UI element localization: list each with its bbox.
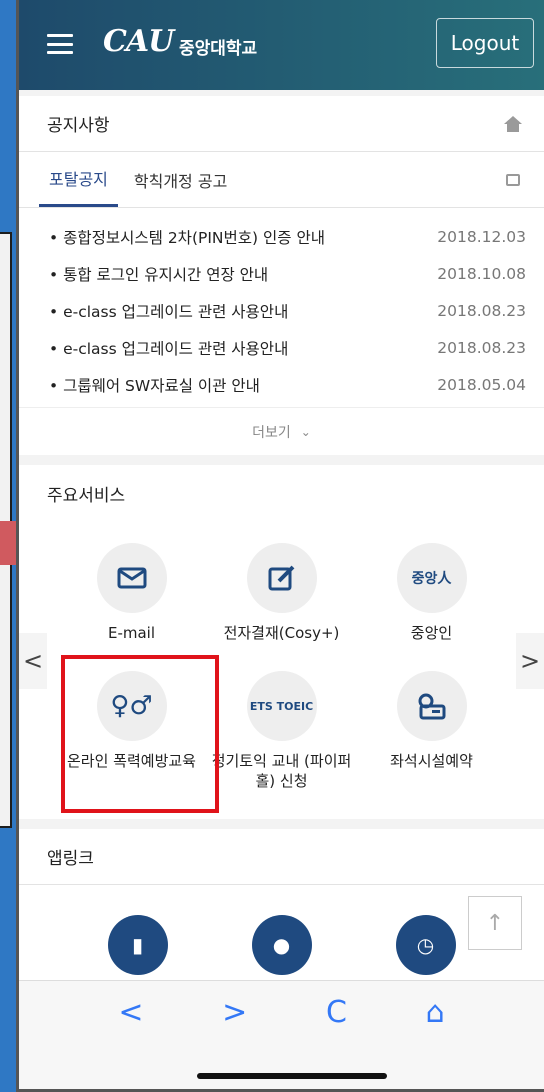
notice-item-title: 그룹웨어 SW자료실 이관 안내 (49, 374, 260, 396)
services-title: 주요서비스 (47, 485, 126, 506)
joongang-seal-icon: 중앙人 (396, 543, 467, 613)
phone-screen: CAU 중앙대학교 Logout 공지사항 포탈공지 학칙개정 공고 종합정보시… (16, 0, 544, 1092)
applink-card: 앱링크 ▮ ● ◷ (19, 829, 544, 995)
service-email[interactable]: E-mail (57, 543, 207, 671)
cau-logo: CAU (103, 24, 174, 59)
highlight-box (61, 655, 219, 813)
notice-item-title: 종합정보시스템 2차(PIN번호) 인증 안내 (49, 226, 325, 248)
notice-item-date: 2018.12.03 (437, 227, 526, 246)
home-icon[interactable] (504, 115, 522, 132)
service-approval[interactable]: 전자결재(Cosy+) (207, 543, 357, 671)
menu-icon[interactable] (47, 34, 73, 54)
tab-rules-notice[interactable]: 학칙개정 공고 (124, 152, 237, 207)
services-card: 주요서비스 E-mail 전자결재(Cosy+) 중앙人 중앙인 ♀♂ 온라인 … (19, 465, 544, 819)
bus-location-icon[interactable]: ● (251, 915, 312, 975)
chevron-down-icon: ⌄ (300, 424, 311, 439)
list-item[interactable]: e-class 업그레이드 관련 사용안내 2018.08.23 (49, 292, 526, 329)
more-button[interactable]: 더보기 ⌄ (19, 407, 544, 455)
ets-toeic-icon: ETS TOEIC (246, 671, 317, 741)
notice-item-date: 2018.08.23 (437, 338, 526, 357)
service-joongang[interactable]: 중앙人 중앙인 (357, 543, 507, 671)
top-bar: CAU 중앙대학교 Logout (19, 0, 544, 90)
notice-card: 공지사항 포탈공지 학칙개정 공고 종합정보시스템 2차(PIN번호) 인증 안… (19, 96, 544, 455)
service-toeic[interactable]: ETS TOEIC 정기토익 교내 (파이퍼홀) 신청 (207, 671, 357, 799)
edit-icon (246, 543, 317, 613)
notice-list: 종합정보시스템 2차(PIN번호) 인증 안내 2018.12.03 통합 로그… (19, 208, 544, 407)
list-item[interactable]: 그룹웨어 SW자료실 이관 안내 2018.05.04 (49, 366, 526, 403)
browser-nav: < > C ⌂ (19, 981, 544, 1030)
service-seat-reservation[interactable]: 좌석시설예약 (357, 671, 507, 799)
list-item[interactable]: 종합정보시스템 2차(PIN번호) 인증 안내 2018.12.03 (49, 218, 526, 255)
back-icon[interactable]: < (118, 995, 143, 1030)
carousel-next-button[interactable]: > (516, 633, 544, 689)
notice-header: 공지사항 (19, 96, 544, 152)
scroll-top-button[interactable]: ↑ (468, 896, 522, 950)
applink-title: 앱링크 (47, 849, 94, 869)
service-label: 정기토익 교내 (파이퍼홀) 신청 (211, 752, 352, 790)
tab-portal-notice[interactable]: 포탈공지 (39, 152, 118, 207)
main-content: 공지사항 포탈공지 학칙개정 공고 종합정보시스템 2차(PIN번호) 인증 안… (19, 90, 544, 995)
home-indicator (197, 1073, 387, 1079)
service-label: 좌석시설예약 (390, 752, 473, 770)
notice-title: 공지사항 (47, 116, 110, 136)
id-card-icon[interactable]: ▮ (107, 915, 168, 975)
reload-icon[interactable]: C (326, 995, 347, 1030)
logout-button[interactable]: Logout (436, 18, 534, 68)
notice-item-date: 2018.08.23 (437, 301, 526, 320)
seat-reservation-icon (396, 671, 467, 741)
mail-icon (96, 543, 167, 613)
notice-item-date: 2018.10.08 (437, 264, 526, 283)
notice-item-title: 통합 로그인 유지시간 연장 안내 (49, 263, 268, 285)
carousel-prev-button[interactable]: < (19, 633, 47, 689)
home-nav-icon[interactable]: ⌂ (426, 995, 445, 1030)
applink-header: 앱링크 (19, 829, 544, 885)
notice-item-title: e-class 업그레이드 관련 사용안내 (49, 300, 288, 322)
list-item[interactable]: 통합 로그인 유지시간 연장 안내 2018.10.08 (49, 255, 526, 292)
notice-item-title: e-class 업그레이드 관련 사용안내 (49, 337, 288, 359)
school-name: 중앙대학교 (179, 39, 258, 59)
services-header: 주요서비스 (19, 465, 544, 521)
service-label: 전자결재(Cosy+) (223, 624, 340, 642)
more-label: 더보기 (252, 424, 291, 441)
applink-row: ▮ ● ◷ (19, 885, 544, 995)
service-label: E-mail (107, 624, 156, 642)
browser-toolbar: < > C ⌂ (19, 980, 544, 1089)
notice-tabs: 포탈공지 학칙개정 공고 (19, 152, 544, 208)
list-item[interactable]: e-class 업그레이드 관련 사용안내 2018.08.23 (49, 329, 526, 366)
forward-icon[interactable]: > (222, 995, 247, 1030)
new-window-icon[interactable] (506, 174, 520, 186)
cau-shield-clock-icon[interactable]: ◷ (395, 915, 456, 975)
notice-item-date: 2018.05.04 (437, 375, 526, 394)
service-label: 중앙인 (410, 624, 453, 642)
